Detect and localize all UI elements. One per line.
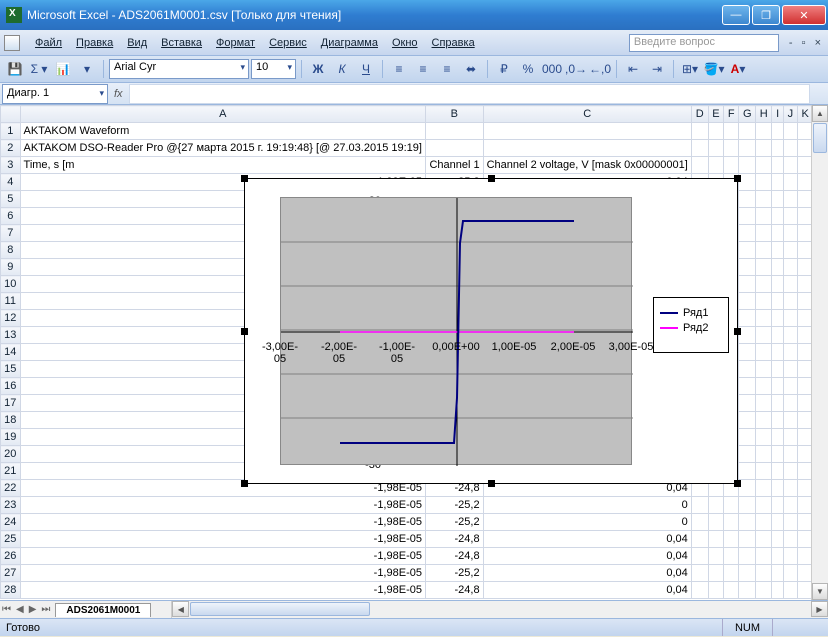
app-icon [6,7,22,23]
align-center-icon[interactable]: ≡ [412,58,434,80]
sheet-tab-strip: ⏮ ◀ ▶ ⏭ ADS2061M0001 ◀ ▶ [0,600,828,618]
column-headers[interactable]: ABCDEFGHIJKL [1,106,828,123]
close-button[interactable]: ✕ [782,5,826,25]
chart-xtick: 3,00E-05 [607,341,655,353]
scroll-thumb[interactable] [813,123,827,153]
chart-legend[interactable]: Ряд1 Ряд2 [653,297,729,353]
chart-xtick: -1,00E-05 [373,341,421,365]
tab-nav-first-icon[interactable]: ⏮ [0,604,14,615]
underline-icon[interactable]: Ч [355,58,377,80]
help-search-input[interactable]: Введите вопрос [629,34,779,52]
embedded-chart[interactable]: 30 20 10 0 -10 -20 -30 -3,00E-05 [244,178,738,484]
currency-icon[interactable]: ₽ [493,58,515,80]
save-icon[interactable]: 💾 [4,58,26,80]
menu-help[interactable]: Справка [425,34,482,52]
menu-bar: Файл Правка Вид Вставка Формат Сервис Ди… [0,30,828,56]
table-row[interactable]: 25-1,98E-05-24,80,04 [1,531,828,548]
chart-lines [281,198,633,466]
table-row[interactable]: 27-1,98E-05-25,20,04 [1,565,828,582]
decrease-decimal-icon[interactable]: ←,0 [589,58,611,80]
status-bar: Готово NUM [0,618,828,636]
table-row[interactable]: 2AKTAKOM DSO-Reader Pro @{27 марта 2015 … [1,140,828,157]
menu-file[interactable]: Файл [28,34,69,52]
legend-label: Ряд2 [683,322,708,334]
autosum-icon[interactable]: Σ ▾ [28,58,50,80]
maximize-button[interactable]: ❐ [752,5,780,25]
italic-icon[interactable]: К [331,58,353,80]
align-right-icon[interactable]: ≡ [436,58,458,80]
table-row[interactable]: 1AKTAKOM Waveform [1,123,828,140]
hscroll-thumb[interactable] [190,602,370,616]
table-row[interactable]: 28-1,98E-05-24,80,04 [1,582,828,599]
menu-edit[interactable]: Правка [69,34,120,52]
menu-insert[interactable]: Вставка [154,34,209,52]
chart-xtick: 0,00E+00 [432,341,480,353]
scroll-down-icon[interactable]: ▼ [812,583,828,600]
menu-window[interactable]: Окно [385,34,425,52]
tab-nav-prev-icon[interactable]: ◀ [14,604,27,615]
formula-bar[interactable] [129,84,810,104]
table-row[interactable]: 24-1,98E-05-25,20 [1,514,828,531]
tab-nav-next-icon[interactable]: ▶ [27,604,40,615]
bold-icon[interactable]: Ж [307,58,329,80]
chart-plot-area[interactable] [280,197,632,465]
window-title: Microsoft Excel - ADS2061M0001.csv [Толь… [27,8,722,22]
font-color-icon[interactable]: A▾ [727,58,749,80]
tab-nav-last-icon[interactable]: ⏭ [39,604,53,615]
font-combo[interactable]: Arial Cyr [109,59,249,79]
mdi-controls[interactable]: - ▫ × [789,37,824,49]
formula-bar-row: Диагр. 1 fx [0,83,828,105]
percent-icon[interactable]: % [517,58,539,80]
scroll-right-icon[interactable]: ▶ [811,601,828,617]
scroll-left-icon[interactable]: ◀ [172,601,189,617]
align-left-icon[interactable]: ≡ [388,58,410,80]
merge-center-icon[interactable]: ⬌ [460,58,482,80]
decrease-indent-icon[interactable]: ⇤ [622,58,644,80]
table-row[interactable]: 26-1,98E-05-24,80,04 [1,548,828,565]
toolbar-options-icon[interactable]: ▾ [76,58,98,80]
table-row[interactable]: 23-1,98E-05-25,20 [1,497,828,514]
menu-tools[interactable]: Сервис [262,34,314,52]
table-row[interactable]: 3Time, s [mChannel 1Channel 2 voltage, V… [1,157,828,174]
comma-icon[interactable]: 000 [541,58,563,80]
fx-icon[interactable]: fx [114,88,123,100]
minimize-button[interactable]: — [722,5,750,25]
sheet-tab[interactable]: ADS2061M0001 [55,603,151,617]
vertical-scrollbar[interactable]: ▲ ▼ [811,105,828,600]
increase-decimal-icon[interactable]: ,0→ [565,58,587,80]
chart-wizard-icon[interactable]: 📊 [52,58,74,80]
chart-xtick: -2,00E-05 [315,341,363,365]
chart-xtick: 2,00E-05 [549,341,597,353]
scroll-up-icon[interactable]: ▲ [812,105,828,122]
status-cell [772,619,822,636]
increase-indent-icon[interactable]: ⇥ [646,58,668,80]
toolbar: 💾 Σ ▾ 📊 ▾ Arial Cyr 10 Ж К Ч ≡ ≡ ≡ ⬌ ₽ %… [0,56,828,83]
chart-xtick: 1,00E-05 [490,341,538,353]
horizontal-scrollbar[interactable]: ◀ ▶ [171,601,828,618]
window-titlebar: Microsoft Excel - ADS2061M0001.csv [Толь… [0,0,828,30]
menu-format[interactable]: Формат [209,34,262,52]
document-icon [4,35,20,51]
fill-color-icon[interactable]: 🪣▾ [703,58,725,80]
status-num: NUM [722,619,772,636]
menu-chart[interactable]: Диаграмма [314,34,385,52]
fontsize-combo[interactable]: 10 [251,59,296,79]
legend-label: Ряд1 [683,307,708,319]
borders-icon[interactable]: ⊞▾ [679,58,701,80]
menu-view[interactable]: Вид [120,34,154,52]
name-box[interactable]: Диагр. 1 [2,84,108,104]
chart-xtick: -3,00E-05 [256,341,304,365]
